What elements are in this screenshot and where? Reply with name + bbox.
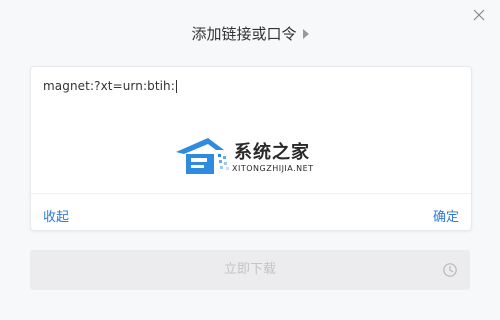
download-now-button[interactable]: 立即下载 [30, 250, 470, 290]
watermark-domain: XITONGZHIJIA.NET [232, 164, 314, 173]
link-input-value: magnet:?xt=urn:btih: [43, 79, 175, 93]
triangle-right-icon [302, 28, 309, 39]
text-cursor [175, 80, 177, 93]
collapse-button[interactable]: 收起 [43, 206, 69, 225]
watermark-logo: 系统之家 XITONGZHIJIA.NET [174, 134, 334, 182]
card-divider [31, 193, 471, 194]
close-icon [473, 9, 485, 21]
download-now-label: 立即下载 [223, 262, 276, 277]
link-input[interactable]: magnet:?xt=urn:btih: [43, 79, 459, 93]
dialog-header[interactable]: 添加链接或口令 [0, 23, 500, 45]
dialog-title: 添加链接或口令 [191, 25, 297, 43]
close-button[interactable] [470, 6, 488, 24]
watermark-name: 系统之家 [234, 142, 310, 163]
link-input-card: magnet:?xt=urn:btih: 系统之家 XITONGZHIJIA.N… [30, 66, 472, 231]
confirm-button[interactable]: 确定 [433, 206, 459, 225]
clock-icon[interactable] [442, 262, 458, 278]
